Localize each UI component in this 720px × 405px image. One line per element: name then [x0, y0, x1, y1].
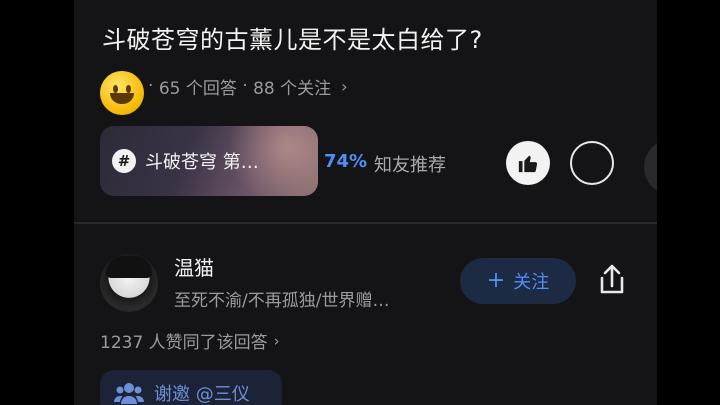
follow-count: 88 个关注 [253, 78, 332, 99]
share-icon [600, 264, 624, 294]
chevron-right-icon: › [273, 331, 280, 350]
answer-screen: 斗破苍穹的古薰儿是不是太白给了? · 65 个回答 · 88 个关注 › # 斗… [74, 0, 657, 405]
share-button[interactable] [594, 262, 630, 298]
question-title[interactable]: 斗破苍穹的古薰儿是不是太白给了? [102, 20, 483, 55]
follow-label: 关注 [513, 272, 550, 293]
topic-chip[interactable]: # 斗破苍穹 第… [100, 126, 318, 196]
thumbs-up-button[interactable] [506, 141, 550, 185]
meta-separator: · [242, 76, 248, 96]
hash-icon: # [112, 149, 136, 173]
invite-chip[interactable]: 谢邀 @三仪 [100, 370, 282, 405]
plus-icon: + [486, 268, 506, 293]
invite-label: 谢邀 @三仪 [154, 384, 250, 405]
topic-row: # 斗破苍穹 第… 74% 知友推荐 [100, 126, 616, 198]
smiley-emoji-icon [100, 71, 144, 115]
divider [74, 222, 657, 224]
expand-button[interactable] [644, 139, 657, 195]
topic-name: 斗破苍穹 第… [145, 152, 259, 173]
reaction-button[interactable] [570, 141, 614, 185]
likes-row[interactable]: 1237 人赞同了该回答 › [100, 328, 280, 354]
likes-text: 1237 人赞同了该回答 [100, 333, 268, 353]
avatar[interactable] [100, 254, 158, 312]
question-meta[interactable]: · 65 个回答 · 88 个关注 › [100, 71, 348, 115]
author-name[interactable]: 温猫 [174, 252, 214, 281]
meta-separator: · [148, 76, 154, 96]
follow-button[interactable]: + 关注 [460, 258, 576, 304]
answer-count: 65 个回答 [158, 78, 237, 99]
chevron-right-icon: › [341, 76, 348, 96]
group-icon [114, 383, 144, 404]
thumbs-up-icon [518, 155, 538, 173]
recommend-label: 知友推荐 [374, 155, 446, 176]
author-bio: 至死不渝/不再孤独/世界赠… [174, 291, 390, 311]
recommend-percent: 74% [324, 151, 368, 172]
